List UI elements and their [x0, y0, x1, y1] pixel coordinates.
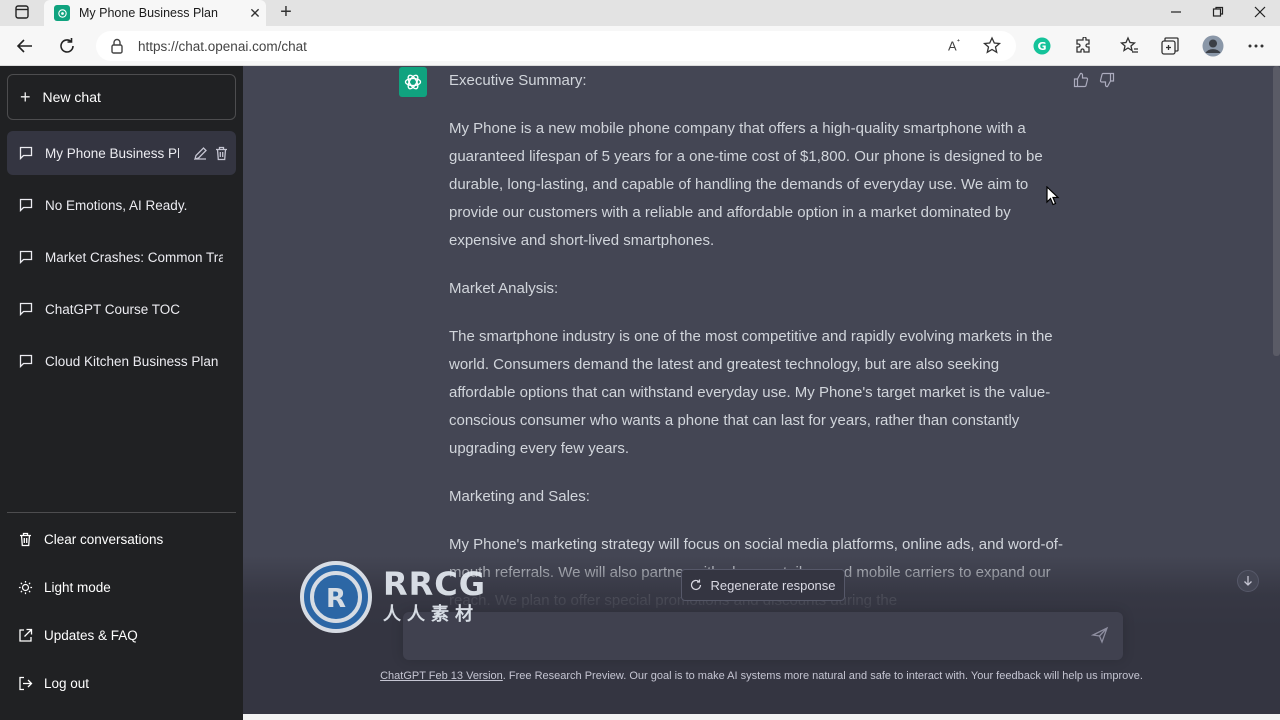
clear-conversations-button[interactable]: Clear conversations: [7, 517, 236, 561]
log-out-button[interactable]: Log out: [7, 661, 236, 705]
message-paragraph: The smartphone industry is one of the mo…: [449, 328, 1053, 457]
address-toolbar: https://chat.openai.com/chat Aᐩ G: [0, 26, 1280, 66]
plus-icon: +: [20, 86, 31, 107]
chat-bubble-icon: [19, 302, 33, 316]
new-chat-button[interactable]: + New chat: [7, 74, 236, 120]
thumbs-down-icon[interactable]: [1098, 71, 1116, 89]
address-bar[interactable]: https://chat.openai.com/chat Aᐩ: [96, 31, 1016, 61]
url-text: https://chat.openai.com/chat: [138, 38, 307, 54]
close-tab-icon[interactable]: ✕: [244, 5, 266, 22]
restore-icon[interactable]: [1198, 0, 1238, 24]
close-window-icon[interactable]: [1240, 0, 1280, 24]
section-heading: Market Analysis:: [449, 280, 559, 297]
lock-icon[interactable]: [110, 38, 124, 59]
log-out-label: Log out: [44, 675, 90, 691]
browser-tab-bar: My Phone Business Plan ✕ +: [0, 0, 1280, 26]
minimize-icon[interactable]: [1156, 0, 1196, 24]
conversation-label: Cloud Kitchen Business Plan: [45, 353, 219, 369]
section-heading: Marketing and Sales:: [449, 488, 590, 505]
trash-icon[interactable]: [214, 146, 229, 161]
add-favorite-icon[interactable]: [982, 36, 1002, 61]
sidebar-divider: [7, 512, 236, 513]
chat-bubble-icon: [19, 146, 33, 160]
svg-text:G: G: [1037, 40, 1046, 53]
thumbs-up-icon[interactable]: [1072, 71, 1090, 89]
updates-faq-link[interactable]: Updates & FAQ: [7, 613, 236, 657]
assistant-message: Executive Summary: My Phone is a new mob…: [449, 66, 1069, 635]
chatgpt-logo-icon: [399, 67, 427, 97]
browser-tab[interactable]: My Phone Business Plan ✕: [44, 0, 266, 26]
conversation-item[interactable]: Market Crashes: Common Trai: [7, 235, 236, 279]
conversation-item-active[interactable]: My Phone Business Pla: [7, 131, 236, 175]
collections-icon[interactable]: [1158, 34, 1182, 58]
refresh-icon[interactable]: [54, 34, 80, 58]
external-link-icon: [19, 628, 33, 642]
message-input[interactable]: [403, 612, 1123, 660]
new-tab-icon[interactable]: +: [274, 0, 298, 24]
conversation-item[interactable]: Cloud Kitchen Business Plan: [7, 339, 236, 383]
read-aloud-icon[interactable]: Aᐩ: [948, 37, 960, 53]
footer-text: . Free Research Preview. Our goal is to …: [502, 670, 1143, 682]
section-heading: Executive Summary:: [449, 72, 587, 89]
conversation-label: Market Crashes: Common Trai: [45, 249, 223, 265]
chat-bubble-icon: [19, 250, 33, 264]
light-mode-label: Light mode: [44, 579, 111, 595]
regenerate-label: Regenerate response: [710, 577, 836, 593]
message-paragraph: My Phone is a new mobile phone company t…: [449, 120, 1043, 249]
regenerate-response-button[interactable]: Regenerate response: [681, 569, 845, 601]
refresh-icon: [691, 579, 702, 591]
footer-disclaimer: ChatGPT Feb 13 Version. Free Research Pr…: [243, 670, 1280, 682]
conversation-item[interactable]: ChatGPT Course TOC: [7, 287, 236, 331]
profile-avatar[interactable]: [1201, 34, 1225, 58]
favorites-icon[interactable]: [1117, 34, 1141, 58]
updates-faq-label: Updates & FAQ: [44, 627, 138, 643]
tab-title: My Phone Business Plan: [79, 6, 218, 20]
new-chat-label: New chat: [42, 89, 101, 105]
clear-conversations-label: Clear conversations: [44, 531, 164, 547]
back-arrow-icon[interactable]: [12, 34, 38, 58]
chat-bubble-icon: [19, 198, 33, 212]
sidebar: + New chat My Phone Business Pla No Emot…: [0, 66, 243, 720]
conversation-item[interactable]: No Emotions, AI Ready.: [7, 183, 236, 227]
mouse-cursor-icon: [1046, 186, 1060, 206]
extensions-icon[interactable]: [1071, 34, 1095, 58]
light-mode-button[interactable]: Light mode: [7, 565, 236, 609]
logout-icon: [19, 676, 33, 690]
trash-icon: [20, 532, 31, 546]
conversation-label: No Emotions, AI Ready.: [45, 197, 188, 213]
scrollbar-thumb[interactable]: [1273, 66, 1280, 356]
chat-bubble-icon: [19, 354, 33, 368]
conversation-label: My Phone Business Pla: [45, 145, 179, 161]
grammarly-icon[interactable]: G: [1030, 34, 1054, 58]
chatgpt-favicon-icon: [54, 5, 70, 21]
conversation-label: ChatGPT Course TOC: [45, 301, 181, 317]
edit-pencil-icon[interactable]: [193, 146, 208, 161]
tab-actions-icon[interactable]: [2, 0, 42, 24]
more-menu-icon[interactable]: [1244, 34, 1268, 58]
version-link[interactable]: ChatGPT Feb 13 Version: [380, 670, 503, 682]
sun-icon: [18, 580, 33, 594]
send-icon[interactable]: [1091, 626, 1109, 644]
scroll-down-icon[interactable]: [1237, 570, 1259, 592]
chat-main: Executive Summary: My Phone is a new mob…: [243, 66, 1280, 714]
